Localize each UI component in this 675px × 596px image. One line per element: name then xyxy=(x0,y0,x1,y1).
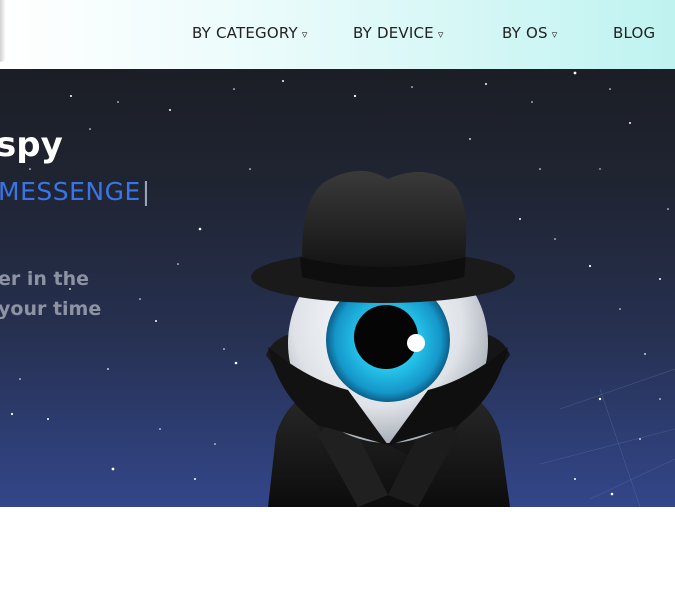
hero-banner: spy MESSENGE| er in the your time xyxy=(0,69,675,507)
chevron-down-icon: ▿ xyxy=(551,28,558,41)
hero-title: spy xyxy=(0,125,63,165)
top-navigation-bar: BY CATEGORY ▿ BY DEVICE ▿ BY OS ▿ BLOG xyxy=(0,0,675,70)
nav-item-label: BY DEVICE xyxy=(353,24,434,42)
hero-description-line-1: er in the xyxy=(0,268,90,290)
nav-item-label: BLOG xyxy=(613,24,656,42)
chevron-down-icon: ▿ xyxy=(301,28,308,41)
content-area-blank xyxy=(0,507,675,596)
typing-cursor: | xyxy=(141,177,151,206)
chevron-down-icon: ▿ xyxy=(437,28,444,41)
hero-description-line-2: your time xyxy=(0,298,102,320)
nav-item-by-device[interactable]: BY DEVICE ▿ xyxy=(353,24,444,42)
nav-item-by-category[interactable]: BY CATEGORY ▿ xyxy=(192,24,308,42)
spy-eye-mascot-icon xyxy=(251,170,515,507)
nav-item-label: BY OS xyxy=(502,24,548,42)
nav-item-label: BY CATEGORY xyxy=(192,24,298,42)
nav-item-blog[interactable]: BLOG xyxy=(613,24,655,42)
nav-item-by-os[interactable]: BY OS ▿ xyxy=(502,24,557,42)
hero-typed-text: MESSENGE| xyxy=(0,177,151,206)
nav-left-edge-shadow xyxy=(0,0,6,62)
typed-word: MESSENGE xyxy=(0,177,141,206)
